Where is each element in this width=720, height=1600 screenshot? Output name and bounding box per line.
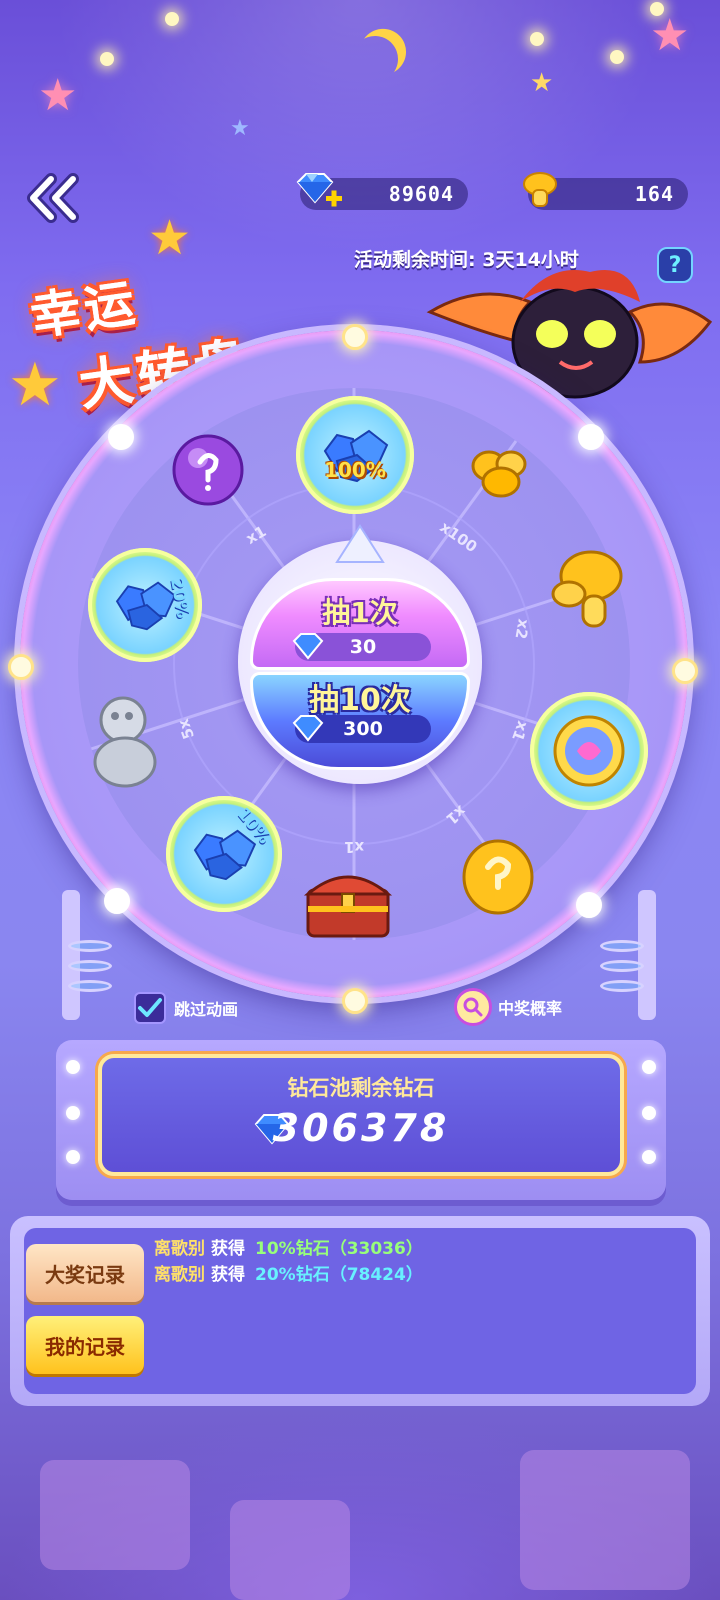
record-verb: 获得: [211, 1265, 245, 1285]
rim-light: [672, 658, 698, 684]
prize-slot-2: [544, 544, 630, 644]
draw-once-button[interactable]: 抽1次 30: [250, 578, 470, 670]
pool-value: 306378: [272, 1106, 450, 1150]
frame-light: [66, 1060, 80, 1074]
records-list: 离歌别 获得 10%钻石（33036） 离歌别 获得 20%钻石（78424）: [154, 1236, 423, 1288]
rim-light: [342, 988, 368, 1014]
prize-slot-5: [300, 852, 396, 948]
spring-coil: [600, 980, 644, 992]
pool-title: 钻石池剩余钻石: [287, 1076, 435, 1100]
player-name: 离歌别: [154, 1239, 205, 1259]
gold-mushroom-icon: [551, 550, 623, 628]
frame-light: [642, 1060, 656, 1074]
purple-mystery-orb-icon: [172, 434, 244, 506]
rim-light: [342, 324, 368, 350]
skip-animation-label: 跳过动画: [174, 1000, 239, 1019]
string-light: [165, 12, 179, 26]
rim-light: [8, 654, 34, 680]
list-item: 离歌别 获得 20%钻石（78424）: [154, 1262, 423, 1288]
gold-mystery-egg-icon: [462, 839, 534, 915]
string-light: [530, 32, 544, 46]
prize-slot-8: 20%: [88, 548, 202, 662]
draw-ten-label: 抽10次: [309, 683, 411, 718]
stand-pillar: [62, 890, 80, 1020]
diamond-icon: [292, 715, 324, 742]
player-name: 离歌别: [154, 1265, 205, 1285]
frame-light: [66, 1106, 80, 1120]
spring-coil: [68, 980, 112, 992]
rim-light: [576, 892, 602, 918]
rim-light: [578, 424, 604, 450]
prize-slot-9: [166, 428, 250, 512]
title-star-icon: ★: [148, 210, 192, 266]
gift-box-icon: [230, 1500, 350, 1600]
odds-label: 中奖概率: [498, 999, 563, 1018]
spring-coil: [600, 940, 644, 952]
draw-ten-cost: 300: [292, 715, 431, 743]
tab-jackpot-records[interactable]: 大奖记录: [26, 1244, 144, 1302]
tab-my-records[interactable]: 我的记录: [26, 1316, 144, 1374]
prize-slot-4: [456, 830, 540, 918]
prize-slot-1: [460, 440, 540, 504]
prize-label: 100%: [324, 458, 386, 482]
draw-ten-cost-value: 300: [343, 718, 383, 740]
prize-slot-0: 100%: [296, 396, 414, 514]
diamond-plus-icon: [296, 173, 342, 207]
stand-pillar: [638, 890, 656, 1020]
frame-light: [66, 1150, 80, 1164]
yellow-star-icon: ★: [530, 68, 554, 98]
diamond-pool-panel: 钻石池剩余钻石 306378: [98, 1054, 624, 1176]
list-item: 离歌别 获得 10%钻石（33036）: [154, 1236, 423, 1262]
skip-animation-toggle[interactable]: 跳过动画: [134, 992, 238, 1024]
frame-light: [642, 1150, 656, 1164]
draw-once-label: 抽1次: [322, 596, 398, 629]
gift-box-icon: [520, 1450, 690, 1590]
blue-star-icon: ★: [230, 116, 250, 141]
prize-slot-7: [82, 690, 168, 794]
pink-star-icon: ★: [650, 10, 690, 61]
multiplier-label: x2: [511, 617, 533, 641]
diamond-icon: [292, 633, 324, 660]
prize-slot-6: 10%: [166, 796, 282, 912]
pink-star-icon: ★: [38, 70, 78, 121]
mushroom-balance[interactable]: 164: [523, 172, 688, 210]
rim-light: [108, 424, 134, 450]
frame-light: [642, 1106, 656, 1120]
spring-coil: [600, 960, 644, 972]
record-item: 20%钻石（78424）: [255, 1265, 423, 1285]
diamond-count: 89604: [388, 182, 454, 206]
diamond-balance[interactable]: 89604: [296, 173, 468, 210]
gift-box-icon: [40, 1460, 190, 1570]
record-item: 10%钻石（33036）: [255, 1239, 423, 1259]
multiplier-label: x1: [344, 838, 365, 856]
spring-coil: [68, 940, 112, 952]
gold-coins-icon: [471, 450, 527, 498]
rim-light: [104, 888, 130, 914]
record-verb: 获得: [211, 1239, 245, 1259]
draw-once-cost: 30: [292, 633, 431, 661]
gold-mushroom-icon: [523, 172, 557, 207]
string-light: [100, 52, 114, 66]
wheel-pointer-icon: [335, 524, 385, 563]
magnifier-icon: [454, 988, 492, 1026]
check-icon: [138, 998, 162, 1017]
odds-button[interactable]: 中奖概率: [454, 988, 562, 1026]
title-star-icon: ★: [8, 350, 62, 420]
checkbox[interactable]: [134, 992, 166, 1024]
spring-coil: [68, 960, 112, 972]
silver-mushroom-icon: [93, 696, 157, 788]
swirl-egg-icon: [553, 715, 625, 787]
mushroom-count: 164: [634, 182, 674, 206]
treasure-chest-icon: [303, 875, 393, 938]
prize-slot-3: [530, 692, 648, 810]
string-light: [610, 50, 624, 64]
draw-once-cost-value: 30: [349, 636, 377, 658]
